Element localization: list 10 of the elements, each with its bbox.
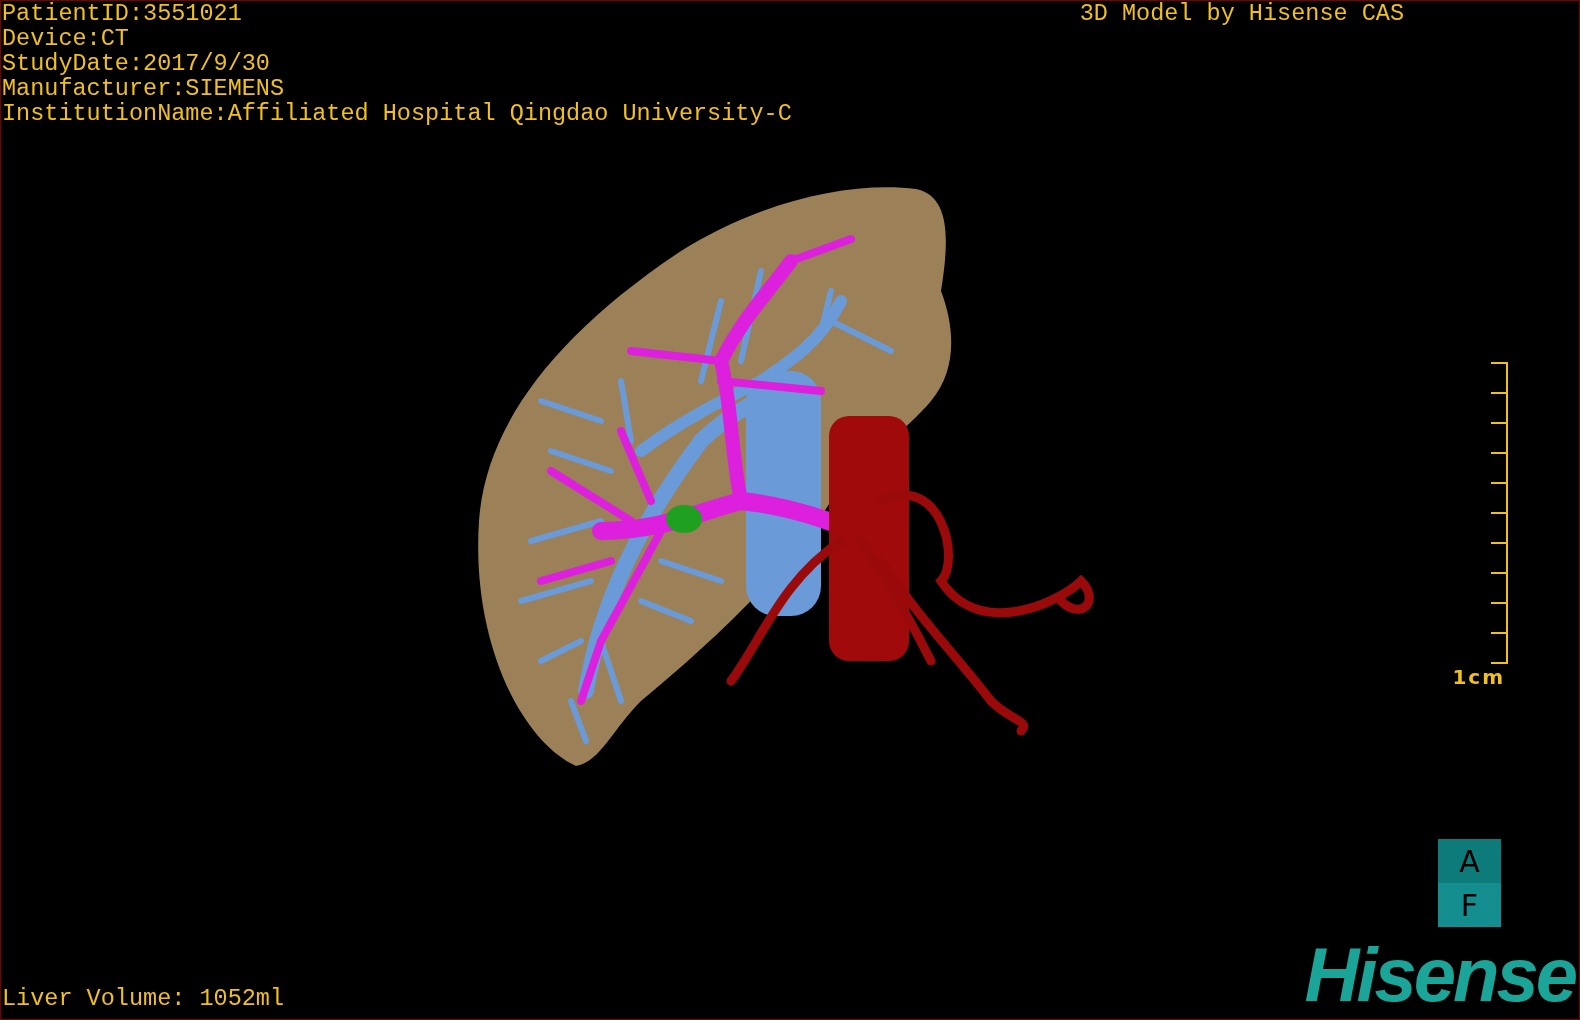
study-info: PatientID:3551021	[2, 1, 243, 26]
scale-label: 1cm	[1452, 665, 1505, 689]
scale-bar-icon	[1490, 361, 1509, 665]
logo: Hisense	[1304, 935, 1575, 1015]
model-title: 3D Model by Hisense CAS	[1079, 1, 1404, 26]
study-info: Manufacturer:SIEMENS	[2, 76, 286, 101]
study-info: InstitutionName:Affiliated Hospital Qingdao University-C	[2, 101, 792, 126]
liver-volume: Liver Volume: 1052ml	[1, 986, 285, 1014]
study-info: Device:CT	[2, 26, 130, 51]
study-info: StudyDate:2017/9/30	[2, 51, 271, 76]
